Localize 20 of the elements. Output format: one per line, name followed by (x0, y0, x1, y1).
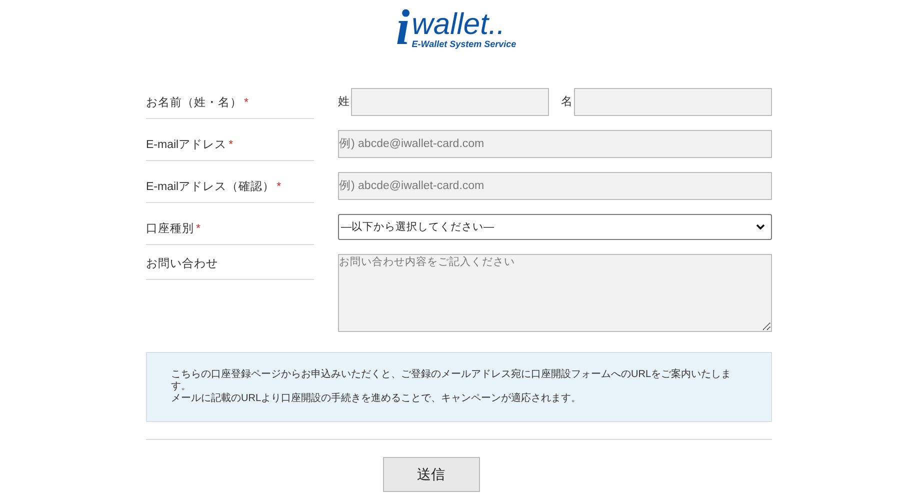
name-part-label: 名 (561, 94, 574, 110)
select-dropdown[interactable]: ―以下から選択してください― (338, 214, 772, 240)
field-label: お名前（姓・名） * (146, 88, 314, 119)
input-field[interactable] (574, 88, 772, 116)
chevron-down-icon (756, 224, 765, 230)
textarea-field[interactable]: お問い合わせ内容をご記入ください (338, 254, 772, 332)
field-label: E-mailアドレス * (146, 130, 314, 161)
logo-mark: i (396, 4, 410, 50)
input-field[interactable]: 例) abcde@iwallet-card.com (338, 172, 772, 200)
logo-name: wallet.. (412, 11, 506, 39)
submit-button[interactable]: 送信 (382, 457, 480, 492)
input-field[interactable]: 例) abcde@iwallet-card.com (338, 130, 772, 158)
input-field[interactable] (351, 88, 549, 116)
field-label: 口座種別 * (146, 214, 314, 245)
notice-text: こちらの口座登録ページからお申込みいただくと、ご登録のメールアドレス宛に口座開設フォームへのURLをご案内いたします。 (171, 369, 732, 392)
field-label: お問い合わせ (146, 254, 314, 280)
logo-tagline: E-Wallet System Service (412, 39, 516, 50)
field-label: E-mailアドレス（確認） * (146, 172, 314, 203)
notice-text: メールに記載のURLより口座開設の手続きを進めることで、キャンペーンが適応されます。 (171, 393, 582, 405)
name-part-label: 姓 (338, 94, 351, 110)
